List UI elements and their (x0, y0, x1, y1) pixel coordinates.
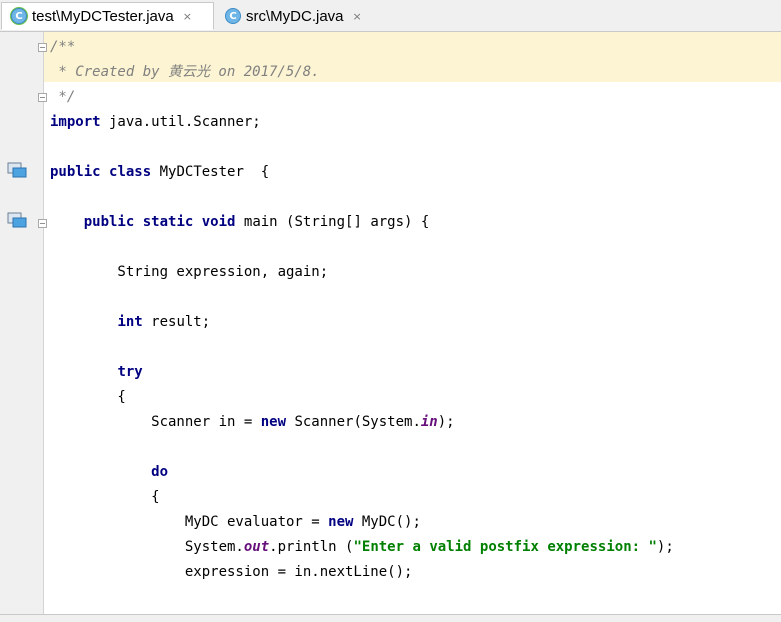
code-line-2: * Created by 黄云光 on 2017/5/8. (50, 64, 320, 80)
fold-end-icon[interactable] (38, 93, 47, 102)
code-line-7: String expression, again; (50, 264, 329, 280)
tab-label: src\MyDC.java (246, 7, 344, 25)
run-method-icon[interactable] (7, 212, 27, 228)
code-line-14: MyDC evaluator = new MyDC(); (50, 514, 421, 530)
code-line-9: try (117, 364, 143, 380)
code-line-5: public class MyDCTester { (50, 164, 270, 180)
code-line-6: public static void main (String[] args) … (83, 214, 430, 230)
fold-collapse-icon[interactable] (38, 219, 47, 228)
code-line-4: import java.util.Scanner; (50, 114, 261, 130)
code-line-10: { (50, 389, 126, 405)
close-tab-icon[interactable]: × (183, 10, 192, 23)
code-line-15: System.out.println ("Enter a valid postf… (50, 539, 674, 555)
tab-mydctester[interactable]: C test\MyDCTester.java × (1, 2, 214, 30)
java-class-icon: C (11, 8, 27, 24)
close-tab-icon[interactable]: × (353, 10, 362, 23)
code-line-1: /** (50, 39, 76, 55)
code-line-12: do (151, 464, 169, 480)
code-line-8: int result; (117, 314, 211, 330)
editor-tab-bar: C test\MyDCTester.java × C src\MyDC.java… (0, 0, 781, 32)
run-class-icon[interactable] (7, 162, 27, 178)
editor-gutter (0, 32, 44, 614)
tab-mydc[interactable]: C src\MyDC.java × (216, 2, 376, 30)
code-line-11: Scanner in = new Scanner(System.in); (50, 414, 455, 430)
java-class-icon: C (225, 8, 241, 24)
code-line-16: expression = in.nextLine(); (50, 564, 413, 580)
code-editor[interactable]: /** * Created by 黄云光 on 2017/5/8. */ imp… (0, 32, 781, 614)
tab-label: test\MyDCTester.java (32, 7, 174, 25)
code-line-3: */ (50, 89, 76, 105)
fold-collapse-icon[interactable] (38, 43, 47, 52)
code-line-13: { (50, 489, 160, 505)
